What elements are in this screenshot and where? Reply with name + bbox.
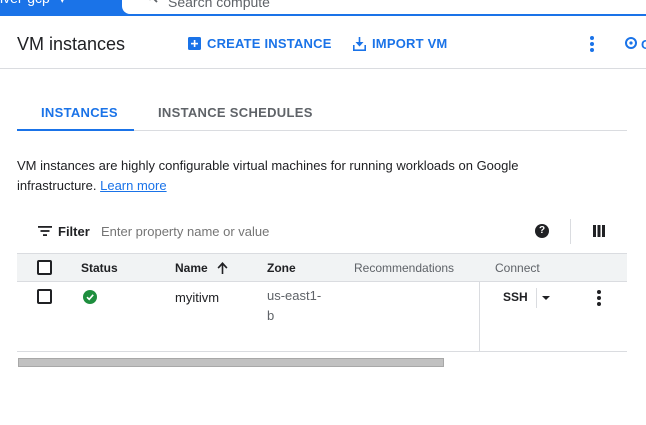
sync-icon[interactable]: [624, 36, 638, 50]
project-selector[interactable]: iver-gcp ▾: [0, 0, 65, 6]
page-title: VM instances: [17, 34, 126, 54]
page-description: VM instances are highly configurable vir…: [17, 156, 557, 196]
divider: [570, 219, 571, 244]
ssh-options-dropdown-icon[interactable]: [542, 296, 550, 300]
add-box-icon: [188, 37, 201, 50]
filter-list-icon[interactable]: [38, 226, 52, 236]
table-row[interactable]: myitivm us-east1-b SSH: [17, 282, 627, 352]
page-header: VM instances CREATE INSTANCE IMPORT VM O: [0, 16, 646, 69]
column-display-icon[interactable]: [593, 225, 605, 237]
search-input[interactable]: Search compute: [168, 0, 270, 10]
arrow-up-icon: [217, 262, 228, 274]
column-header-zone[interactable]: Zone: [267, 261, 296, 275]
chevron-down-icon: ▾: [59, 0, 65, 6]
active-tab-indicator: [17, 129, 134, 131]
help-icon[interactable]: ?: [535, 224, 549, 238]
instance-name-link[interactable]: myitivm: [175, 290, 219, 305]
row-checkbox[interactable]: [37, 289, 52, 304]
instance-zone: us-east1-b: [267, 288, 322, 323]
import-vm-label: IMPORT VM: [372, 36, 448, 51]
import-vm-button[interactable]: IMPORT VM: [353, 36, 447, 51]
project-name: iver-gcp: [0, 0, 50, 6]
learn-more-link[interactable]: Learn more: [100, 178, 166, 193]
tab-bar: INSTANCES INSTANCE SCHEDULES: [17, 96, 627, 131]
create-instance-button[interactable]: CREATE INSTANCE: [188, 36, 332, 51]
description-text: VM instances are highly configurable vir…: [17, 158, 519, 193]
column-header-name[interactable]: Name: [175, 261, 228, 275]
ssh-button[interactable]: SSH: [503, 290, 528, 304]
horizontal-scrollbar[interactable]: [18, 358, 444, 367]
search-icon: [149, 0, 158, 3]
column-header-status[interactable]: Status: [81, 261, 118, 275]
top-app-bar: iver-gcp ▾ Search compute: [0, 0, 646, 16]
filter-bar: Filter ?: [17, 216, 627, 249]
tab-instances[interactable]: INSTANCES: [41, 105, 118, 120]
column-header-connect: Connect: [495, 261, 540, 275]
truncated-action-label[interactable]: O: [641, 37, 646, 52]
select-all-checkbox[interactable]: [37, 260, 52, 275]
search-box[interactable]: Search compute: [122, 0, 646, 14]
filter-label[interactable]: Filter: [58, 224, 90, 239]
row-more-actions-icon[interactable]: [596, 289, 602, 307]
instances-table: Status Name Zone Recommendations Connect…: [17, 253, 627, 352]
check-circle-icon: [83, 290, 97, 304]
column-header-name-label: Name: [175, 261, 208, 275]
create-instance-label: CREATE INSTANCE: [207, 36, 332, 51]
filter-input[interactable]: [101, 224, 401, 239]
divider: [536, 288, 537, 308]
column-header-recommendations: Recommendations: [354, 261, 455, 275]
tab-instance-schedules[interactable]: INSTANCE SCHEDULES: [158, 105, 313, 120]
table-header: Status Name Zone Recommendations Connect: [17, 253, 627, 282]
download-icon: [353, 36, 366, 51]
more-actions-icon[interactable]: [584, 34, 600, 54]
